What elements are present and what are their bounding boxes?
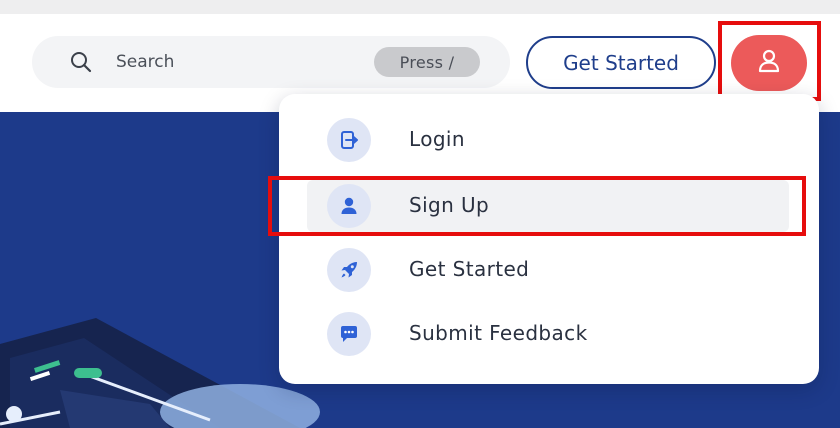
search-bar[interactable]: Press / xyxy=(32,36,510,88)
menu-item-sign-up[interactable]: Sign Up xyxy=(307,180,789,232)
login-icon xyxy=(327,118,371,162)
user-menu-button[interactable] xyxy=(731,35,807,91)
user-icon xyxy=(327,184,371,228)
menu-item-get-started[interactable]: Get Started xyxy=(307,244,789,296)
get-started-button[interactable]: Get Started xyxy=(526,36,716,89)
menu-item-submit-feedback[interactable]: Submit Feedback xyxy=(307,308,789,360)
search-input[interactable] xyxy=(116,49,356,75)
rocket-icon xyxy=(327,248,371,292)
menu-item-label: Get Started xyxy=(409,257,530,281)
menu-item-login[interactable]: Login xyxy=(307,114,789,166)
user-icon xyxy=(755,47,783,79)
user-dropdown-menu: Login Sign Up Get Started Submit Feedbac… xyxy=(279,94,819,384)
menu-item-label: Login xyxy=(409,127,465,151)
search-icon xyxy=(70,51,92,73)
search-shortcut-badge: Press / xyxy=(374,47,480,77)
top-strip xyxy=(0,0,840,14)
menu-item-label: Submit Feedback xyxy=(409,321,588,345)
menu-item-label: Sign Up xyxy=(409,193,490,217)
chat-icon xyxy=(327,312,371,356)
